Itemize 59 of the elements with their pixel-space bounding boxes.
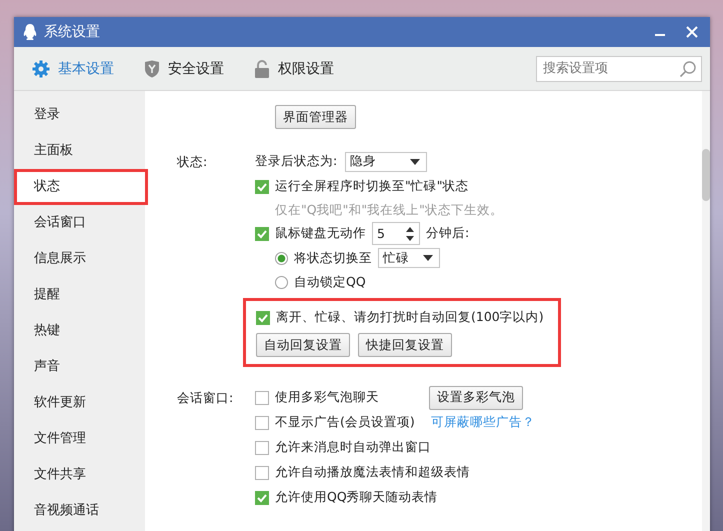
sidebar-item[interactable]: 声音 — [14, 349, 145, 385]
sidebar-item[interactable]: 提醒 — [14, 277, 145, 313]
sidebar-item[interactable]: 软件更新 — [14, 385, 145, 421]
shield-icon — [144, 60, 160, 78]
close-icon[interactable] — [686, 26, 698, 38]
sidebar-item[interactable]: 文件管理 — [14, 421, 145, 457]
search-icon — [679, 60, 697, 78]
lock-icon — [254, 60, 270, 78]
dropdown-arrow-icon — [410, 158, 420, 164]
option-label: 将状态切换至 — [294, 250, 372, 266]
sidebar-item[interactable]: 音视频通话 — [14, 493, 145, 529]
option-label: 运行全屏程序时切换至"忙碌"状态 — [275, 178, 468, 195]
option-label: 使用多彩气泡聊天 — [275, 389, 379, 406]
checkbox[interactable] — [255, 390, 269, 404]
dropdown-arrow-icon — [423, 255, 433, 261]
sidebar-item[interactable]: 会话窗口 — [14, 205, 145, 241]
checkbox[interactable] — [256, 310, 270, 324]
settings-button[interactable]: 设置多彩气泡 — [429, 386, 523, 410]
radio-button[interactable] — [275, 252, 288, 264]
up-down-arrows-icon — [405, 226, 415, 242]
option-label: 允许使用QQ秀聊天随动表情 — [275, 489, 438, 506]
settings-button[interactable]: 快捷回复设置 — [358, 333, 452, 357]
checkbox[interactable] — [255, 466, 269, 480]
option-label: 允许来消息时自动弹出窗口 — [275, 439, 431, 456]
sidebar-item[interactable]: 热键 — [14, 313, 145, 349]
search-field[interactable]: 搜索设置项 — [536, 56, 702, 82]
option-label: 鼠标键盘无动作 — [275, 225, 366, 242]
option-label: 自动锁定QQ — [294, 274, 366, 290]
penguin-icon — [22, 23, 38, 41]
option-label: 不显示广告(会员设置项) — [275, 414, 415, 431]
section-label: 会话窗口: — [177, 389, 234, 407]
checkbox[interactable] — [255, 226, 269, 240]
checkbox[interactable] — [255, 490, 269, 504]
option-label: 离开、忙碌、请勿打扰时自动回复(100字以内) — [276, 309, 544, 326]
option-label: 分钟后: — [426, 225, 470, 242]
sidebar-item[interactable]: 信息展示 — [14, 241, 145, 277]
minutes-spinner[interactable]: 5 — [372, 222, 420, 245]
interface-manager-button[interactable]: 界面管理器 — [275, 105, 356, 129]
checkbox[interactable] — [255, 180, 269, 194]
gear-icon — [32, 60, 50, 78]
settings-tab[interactable]: 权限设置 — [254, 60, 334, 78]
radio-button[interactable] — [275, 276, 288, 288]
window-title: 系统设置 — [44, 23, 100, 41]
option-label: 允许自动播放魔法表情和超级表情 — [275, 464, 470, 481]
settings-tab[interactable]: 安全设置 — [144, 60, 224, 78]
hint-text: 仅在"Q我吧"和"我在线上"状态下生效。 — [275, 202, 503, 218]
settings-button[interactable]: 自动回复设置 — [256, 333, 350, 357]
scrollbar[interactable] — [702, 91, 710, 531]
section-label: 状态: — [177, 153, 208, 171]
sidebar-item[interactable]: 状态 — [14, 169, 148, 205]
status-dropdown[interactable]: 忙碌 — [378, 248, 440, 268]
settings-tab[interactable]: 基本设置 — [32, 60, 114, 78]
sidebar-item[interactable]: 文件共享 — [14, 457, 145, 493]
option-label: 登录后状态为: — [255, 153, 338, 170]
checkbox[interactable] — [255, 416, 269, 430]
checkbox[interactable] — [255, 440, 269, 454]
status-dropdown[interactable]: 隐身 — [345, 152, 428, 172]
sidebar-item[interactable]: 登录 — [14, 97, 145, 133]
sidebar-item[interactable]: 主面板 — [14, 133, 145, 169]
